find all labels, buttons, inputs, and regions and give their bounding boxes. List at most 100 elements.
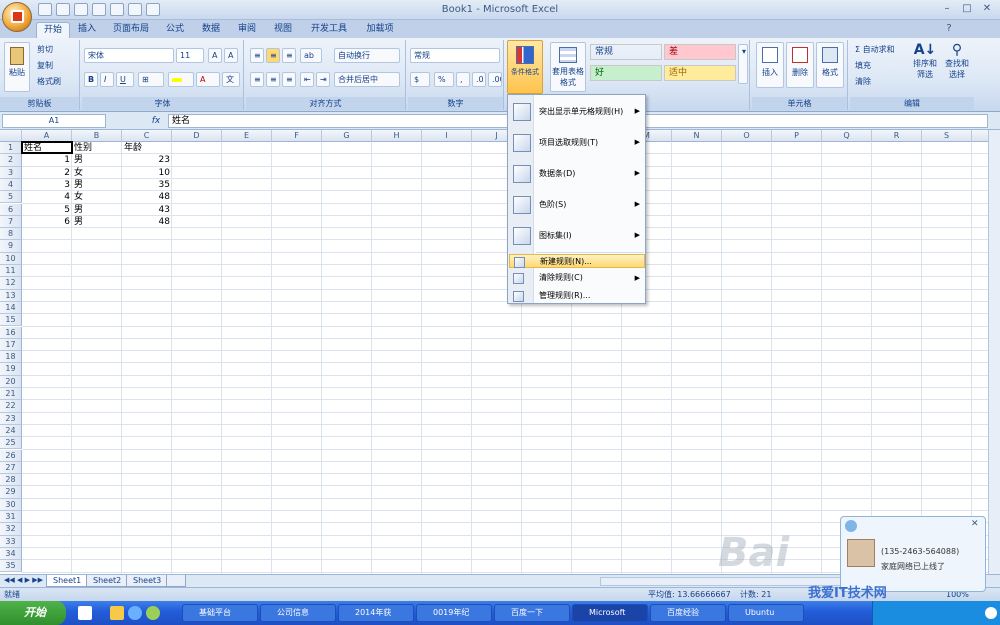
clear-button[interactable]: 清除 — [852, 75, 908, 90]
font-name-select[interactable]: 宋体 — [84, 48, 174, 63]
format-cells-button[interactable]: 格式 — [816, 42, 844, 88]
phonetic-button[interactable]: 文 — [222, 72, 240, 87]
cell-c1[interactable]: 年龄 — [124, 142, 170, 154]
maximize-icon[interactable]: □ — [958, 2, 976, 16]
row-header-10[interactable]: 10 — [0, 252, 22, 265]
copy-button[interactable]: 复制 — [34, 59, 76, 74]
underline-button[interactable]: U — [116, 72, 134, 87]
row-header-7[interactable]: 7 — [0, 215, 22, 229]
quicklaunch-folder-icon[interactable] — [110, 606, 124, 620]
taskbar-item-7[interactable]: 百度经验 — [650, 604, 726, 622]
tab-developer[interactable]: 开发工具 — [304, 22, 354, 38]
cell-c3[interactable]: 10 — [124, 167, 170, 179]
cell-b1[interactable]: 性别 — [74, 142, 120, 154]
column-header-p[interactable]: P — [772, 130, 822, 142]
column-header-n[interactable]: N — [672, 130, 722, 142]
row-header-35[interactable]: 35 — [0, 560, 22, 573]
row-header-16[interactable]: 16 — [0, 326, 22, 339]
column-header-d[interactable]: D — [172, 130, 222, 142]
comma-icon[interactable]: , — [456, 72, 470, 87]
sheet-tab-1[interactable]: Sheet1 — [46, 575, 89, 587]
cf-menu-item-8[interactable]: 管理规则(R)... — [509, 288, 645, 304]
quicklaunch-ie-icon[interactable] — [128, 606, 142, 620]
tab-formulas[interactable]: 公式 — [160, 22, 190, 38]
row-header-17[interactable]: 17 — [0, 338, 22, 352]
cf-menu-item-2[interactable]: 项目选取规则(T) ▶ — [509, 127, 645, 158]
taskbar-item-1[interactable]: 基础平台 — [182, 604, 258, 622]
cf-menu-item-1[interactable]: 突出显示单元格规则(H) ▶ — [509, 96, 645, 127]
taskbar-item-4[interactable]: 0019年纪 — [416, 604, 492, 622]
insert-function-button[interactable]: fx — [148, 114, 164, 128]
tab-data[interactable]: 数据 — [196, 22, 226, 38]
row-header-22[interactable]: 22 — [0, 400, 22, 413]
cell-style-neutral[interactable]: 适中 — [664, 65, 736, 81]
styles-scroll-icon[interactable]: ▾ — [738, 44, 748, 84]
cf-menu-item-7[interactable]: 清除规则(C) ▶ — [509, 268, 645, 288]
row-header-25[interactable]: 25 — [0, 437, 22, 450]
column-header-t[interactable]: T — [972, 130, 988, 142]
cell-b3[interactable]: 女 — [74, 167, 120, 179]
row-header-18[interactable]: 18 — [0, 351, 22, 364]
clock-icon[interactable] — [985, 607, 997, 619]
currency-icon[interactable]: $ — [410, 72, 430, 87]
taskbar-item-3[interactable]: 2014年获 — [338, 604, 414, 622]
tab-addins[interactable]: 加载项 — [360, 22, 400, 38]
column-header-i[interactable]: I — [422, 130, 472, 142]
cell-c2[interactable]: 23 — [124, 154, 170, 166]
row-header-20[interactable]: 20 — [0, 375, 22, 388]
row-header-15[interactable]: 15 — [0, 314, 22, 327]
cell-a4[interactable]: 3 — [24, 179, 70, 191]
autosum-button[interactable]: Σ 自动求和 — [852, 43, 908, 58]
column-header-c[interactable]: C — [122, 130, 172, 142]
row-header-29[interactable]: 29 — [0, 486, 22, 499]
align-left-icon[interactable]: ≡ — [250, 72, 264, 87]
help-icon[interactable]: ? — [940, 22, 958, 36]
delete-cells-button[interactable]: 删除 — [786, 42, 814, 88]
close-icon[interactable]: ✕ — [978, 2, 996, 16]
column-header-q[interactable]: Q — [822, 130, 872, 142]
row-header-28[interactable]: 28 — [0, 474, 22, 487]
office-button[interactable] — [2, 2, 32, 32]
row-header-31[interactable]: 31 — [0, 511, 22, 524]
row-header-32[interactable]: 32 — [0, 523, 22, 536]
column-header-s[interactable]: S — [922, 130, 972, 142]
sheet-nav-icons[interactable]: ◀◀ ◀ ▶ ▶▶ — [4, 576, 43, 584]
align-middle-icon[interactable]: ≡ — [266, 48, 280, 63]
worksheet-grid[interactable]: ABCDEFGHIJKLMNOPQRST 1234567891011121314… — [0, 130, 988, 574]
column-header-e[interactable]: E — [222, 130, 272, 142]
grow-font-button[interactable]: A — [208, 48, 222, 63]
taskbar-item-2[interactable]: 公司信息 — [260, 604, 336, 622]
cell-c7[interactable]: 48 — [124, 216, 170, 228]
find-select-button[interactable]: ⚲ 查找和选择 — [942, 42, 972, 92]
italic-button[interactable]: I — [100, 72, 114, 87]
font-size-select[interactable]: 11 — [176, 48, 204, 63]
conditional-formatting-button[interactable]: 条件格式 — [507, 40, 543, 94]
increase-decimal-icon[interactable]: .0 — [472, 72, 486, 87]
increase-indent-icon[interactable]: ⇥ — [316, 72, 330, 87]
row-header-14[interactable]: 14 — [0, 301, 22, 315]
decrease-decimal-icon[interactable]: .00 — [488, 72, 502, 87]
wrap-text-button[interactable]: 自动换行 — [334, 48, 400, 63]
shrink-font-button[interactable]: A — [224, 48, 238, 63]
cell-c6[interactable]: 43 — [124, 204, 170, 216]
quicklaunch-icon[interactable] — [78, 606, 92, 620]
cell-a6[interactable]: 5 — [24, 204, 70, 216]
row-header-30[interactable]: 30 — [0, 498, 22, 511]
sheet-tab-2[interactable]: Sheet2 — [86, 575, 129, 587]
row-header-1[interactable]: 1 — [0, 142, 22, 155]
cell-c4[interactable]: 35 — [124, 179, 170, 191]
format-painter-button[interactable]: 格式刷 — [34, 75, 76, 90]
column-header-f[interactable]: F — [272, 130, 322, 142]
cf-menu-item-4[interactable]: 色阶(S) ▶ — [509, 189, 645, 220]
cell-b2[interactable]: 男 — [74, 154, 120, 166]
taskbar-item-8[interactable]: Ubuntu — [728, 604, 804, 622]
row-header-8[interactable]: 8 — [0, 228, 22, 241]
cell-style-good[interactable]: 好 — [590, 65, 662, 81]
row-header-19[interactable]: 19 — [0, 363, 22, 376]
row-header-27[interactable]: 27 — [0, 461, 22, 475]
row-header-12[interactable]: 12 — [0, 277, 22, 290]
start-button[interactable]: 开始 — [0, 601, 66, 625]
close-icon[interactable]: ✕ — [971, 519, 979, 529]
cell-a3[interactable]: 2 — [24, 167, 70, 179]
name-box[interactable]: A1 — [2, 114, 106, 128]
